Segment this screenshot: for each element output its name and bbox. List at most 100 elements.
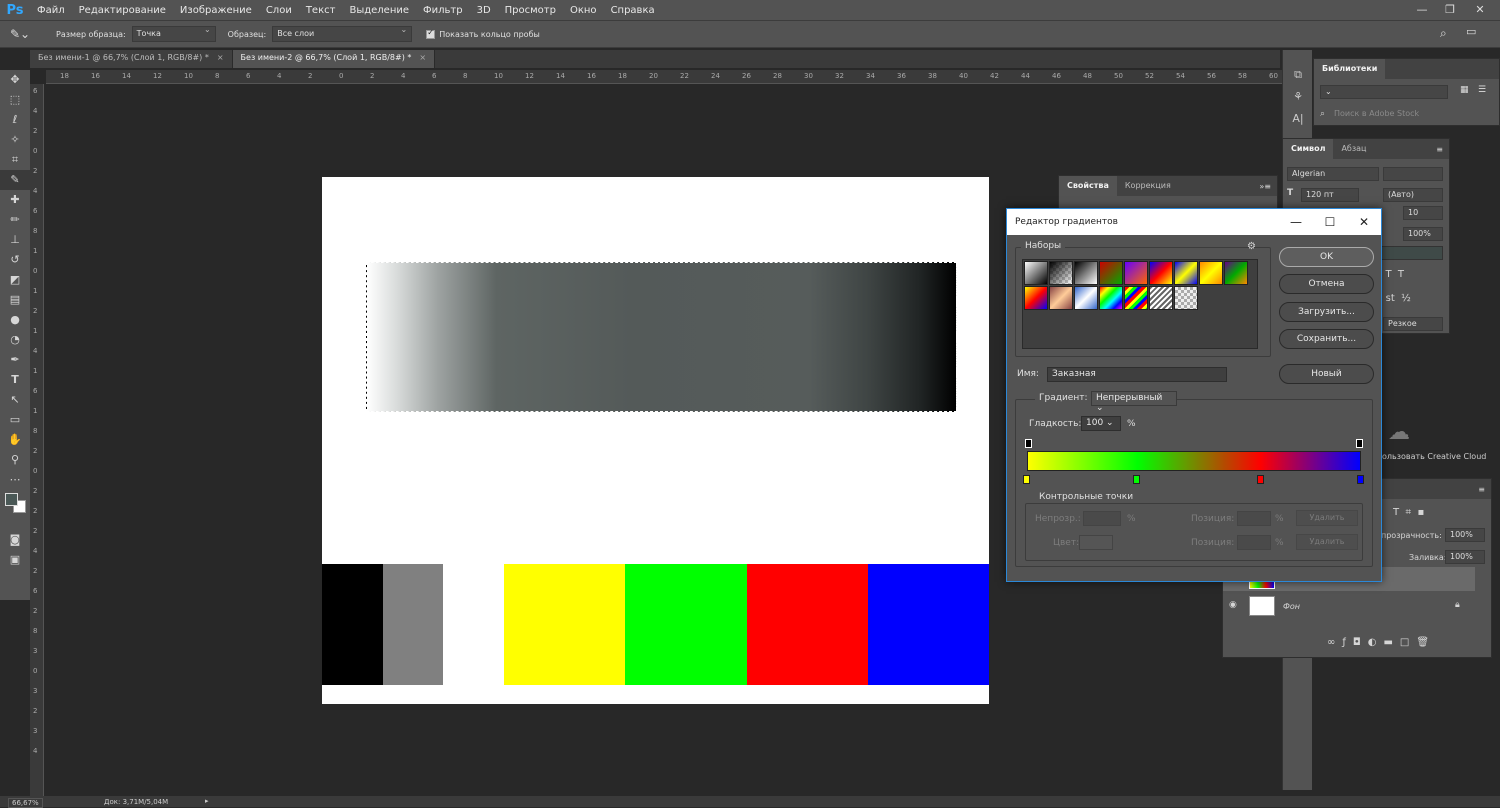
color-stop[interactable] [1133, 475, 1141, 484]
menu-item[interactable]: Файл [30, 5, 72, 16]
tracking-select[interactable]: 10 [1403, 206, 1443, 220]
color-stop[interactable] [1357, 475, 1364, 484]
visibility-eye-icon[interactable]: ◉ [1229, 600, 1237, 610]
preset-transparent[interactable] [1174, 286, 1198, 310]
preset-violet-green-orange[interactable] [1224, 261, 1248, 285]
delete-color-stop-button[interactable]: Удалить [1296, 534, 1358, 550]
stop-color-position-input[interactable] [1237, 535, 1271, 550]
color-swatches[interactable] [0, 490, 30, 530]
eraser-tool-icon[interactable]: ◩ [0, 270, 30, 290]
preset-fg-bg[interactable] [1024, 261, 1048, 285]
more-tools-icon[interactable]: ⋯ [0, 470, 30, 490]
search-icon[interactable]: ⌕ [1440, 26, 1447, 41]
save-button[interactable]: Сохранить... [1279, 329, 1374, 349]
color-stop[interactable] [1256, 475, 1264, 484]
crop-tool-icon[interactable]: ⌗ [0, 150, 30, 170]
adjustments-panel-icon[interactable]: ⚘ [1283, 86, 1313, 108]
stock-search-input[interactable]: Поиск в Adobe Stock [1334, 109, 1419, 118]
eyedropper-tool-icon[interactable]: ✎ [0, 170, 30, 190]
fill-input[interactable]: 100% [1445, 550, 1485, 564]
workspace-icon[interactable]: ▭ [1466, 25, 1476, 38]
minimize-button[interactable]: — [1279, 209, 1313, 235]
panel-menu-icon[interactable]: ≡ [1436, 145, 1443, 154]
leading-select[interactable]: (Авто) [1383, 188, 1443, 202]
swatch-yellow[interactable] [504, 564, 625, 685]
quick-mask-icon[interactable]: ◙ [0, 530, 30, 550]
opacity-input[interactable]: 100% [1445, 528, 1485, 542]
swatch-red[interactable] [747, 564, 868, 685]
close-button[interactable]: ✕ [1347, 209, 1381, 235]
preset-spectrum[interactable] [1099, 286, 1123, 310]
stamp-tool-icon[interactable]: ⊥ [0, 230, 30, 250]
preset-orange-yellow[interactable] [1199, 261, 1223, 285]
swatch-black[interactable] [322, 564, 383, 685]
preset-copper[interactable] [1049, 286, 1073, 310]
layer-row-background[interactable]: ◉ Фон 🔒︎ [1223, 593, 1475, 619]
restore-button[interactable]: ❐ [1438, 0, 1462, 20]
stop-opacity-position-input[interactable] [1237, 511, 1271, 526]
libraries-tab[interactable]: Библиотеки [1314, 59, 1386, 79]
text-color-swatch[interactable] [1379, 246, 1443, 260]
menu-item[interactable]: Изображение [173, 5, 259, 16]
character-panel-icon[interactable]: A| [1283, 108, 1313, 130]
magic-wand-tool-icon[interactable]: ✧ [0, 130, 30, 150]
lasso-tool-icon[interactable]: ℓ [0, 110, 30, 130]
panel-menu-icon[interactable]: »≡ [1259, 182, 1271, 191]
grid-view-icon[interactable]: ▦ [1460, 85, 1469, 95]
maximize-button[interactable]: ☐ [1313, 209, 1347, 235]
preset-chrome[interactable] [1074, 286, 1098, 310]
gradient-preview-bar[interactable] [1027, 451, 1361, 471]
close-button[interactable]: ✕ [1468, 0, 1492, 20]
close-tab-icon[interactable]: × [419, 53, 426, 62]
tab-paragraph[interactable]: Абзац [1333, 139, 1374, 159]
eyedropper-tool-icon[interactable]: ✎⌄ [0, 27, 40, 41]
fraction-half-icon[interactable]: ½ [1401, 293, 1411, 304]
screen-mode-icon[interactable]: ▣ [0, 550, 30, 570]
zoom-tool-icon[interactable]: ⚲ [0, 450, 30, 470]
preset-black-white[interactable] [1074, 261, 1098, 285]
gradient-name-input[interactable]: Заказная [1047, 367, 1227, 382]
sample-select[interactable]: Все слои [272, 25, 413, 42]
preset-stripes[interactable] [1149, 286, 1173, 310]
font-family-select[interactable]: Algerian [1287, 167, 1379, 181]
menu-item[interactable]: Выделение [342, 5, 416, 16]
libraries-panel-icon[interactable]: ⧉ [1283, 64, 1313, 86]
foreground-color-swatch[interactable] [5, 493, 18, 506]
new-button[interactable]: Новый [1279, 364, 1374, 384]
gradient-selection[interactable] [366, 262, 957, 412]
presets-gear-icon[interactable]: ⚙ [1247, 241, 1256, 252]
library-select[interactable]: ⌄ [1320, 85, 1448, 99]
menu-item[interactable]: Справка [604, 5, 662, 16]
tab-adjustments[interactable]: Коррекция [1117, 176, 1179, 196]
load-button[interactable]: Загрузить... [1279, 302, 1374, 322]
tab-document-2[interactable]: Без имени-2 @ 66,7% (Слой 1, RGB/8#) * × [232, 50, 436, 68]
panel-menu-icon[interactable]: ≡ [1478, 485, 1485, 494]
anti-alias-select[interactable]: Резкое [1383, 317, 1443, 331]
menu-item[interactable]: Текст [299, 5, 343, 16]
preset-yellow-violet[interactable] [1024, 286, 1048, 310]
smoothness-input[interactable]: 100 ⌄ [1081, 416, 1121, 431]
color-stop[interactable] [1023, 475, 1030, 484]
marquee-tool-icon[interactable]: ⬚ [0, 90, 30, 110]
preset-blue-red-yellow[interactable] [1149, 261, 1173, 285]
vertical-scale-input[interactable]: 100% [1403, 227, 1443, 241]
tab-document-1[interactable]: Без имени-1 @ 66,7% (Слой 1, RGB/8#) * × [30, 50, 233, 68]
close-tab-icon[interactable]: × [217, 53, 224, 62]
preset-transparent-rainbow[interactable] [1124, 286, 1148, 310]
menu-item[interactable]: 3D [470, 5, 498, 16]
menu-item[interactable]: Просмотр [498, 5, 563, 16]
healing-tool-icon[interactable]: ✚ [0, 190, 30, 210]
history-brush-icon[interactable]: ↺ [0, 250, 30, 270]
sample-size-select[interactable]: Точка [131, 25, 216, 42]
swatch-blue[interactable] [868, 564, 989, 685]
opacity-stop-left[interactable] [1025, 439, 1032, 448]
menu-item[interactable]: Фильтр [416, 5, 470, 16]
swatch-white[interactable] [443, 564, 504, 685]
preset-blue-yellow-blue[interactable] [1174, 261, 1198, 285]
stop-color-swatch[interactable] [1079, 535, 1113, 550]
minimize-button[interactable]: — [1410, 0, 1434, 20]
preset-violet-orange[interactable] [1124, 261, 1148, 285]
gradient-tool-icon[interactable]: ▤ [0, 290, 30, 310]
layers-footer-buttons[interactable]: ∞ƒ◘◐▬□🗑︎ [1327, 637, 1436, 648]
gradient-type-select[interactable]: Непрерывный ⌄ [1091, 391, 1177, 413]
